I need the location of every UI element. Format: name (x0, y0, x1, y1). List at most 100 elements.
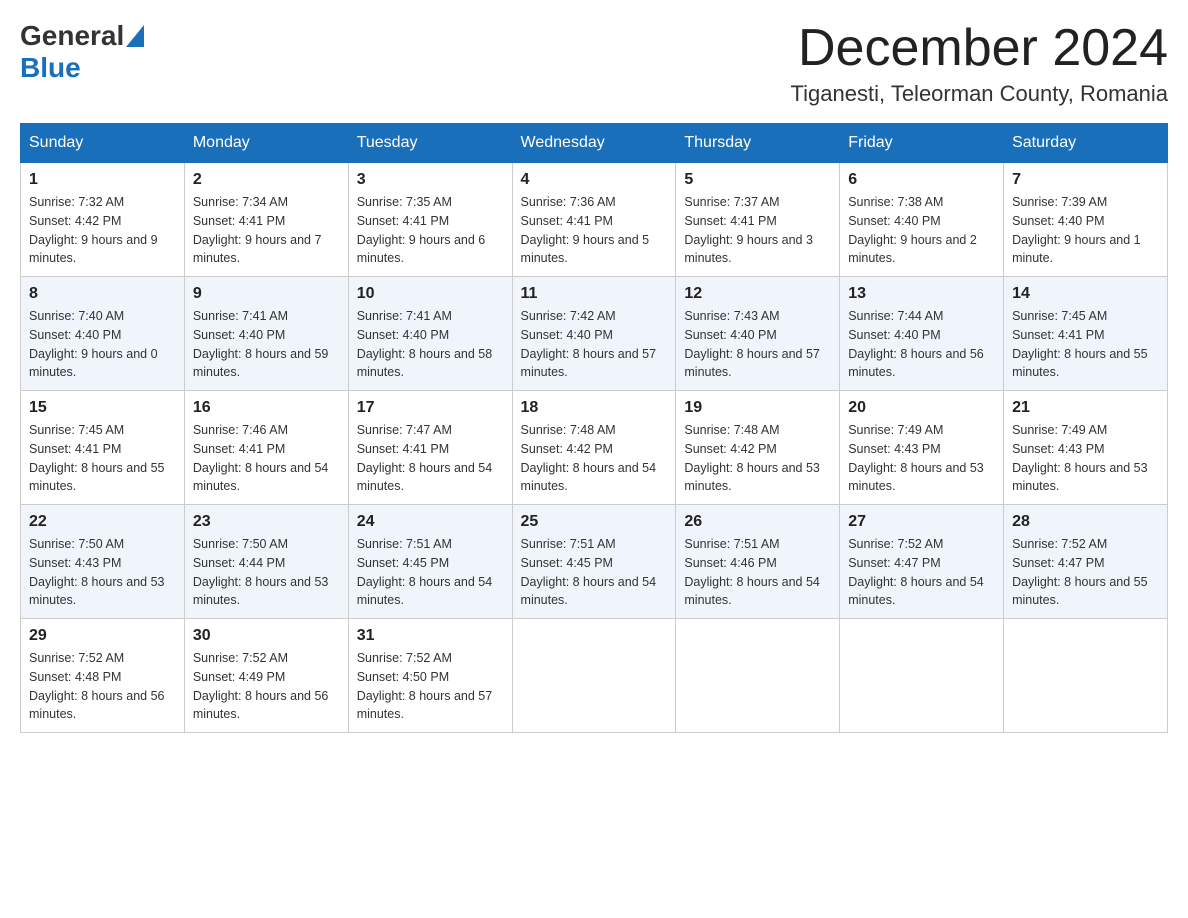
calendar-cell (1004, 619, 1168, 733)
logo-wordmark: General Blue (20, 20, 144, 84)
day-info: Sunrise: 7:51 AMSunset: 4:45 PMDaylight:… (521, 537, 657, 607)
calendar-cell: 5 Sunrise: 7:37 AMSunset: 4:41 PMDayligh… (676, 163, 840, 277)
calendar-cell: 21 Sunrise: 7:49 AMSunset: 4:43 PMDaylig… (1004, 391, 1168, 505)
day-number: 7 (1012, 171, 1159, 189)
calendar-cell: 9 Sunrise: 7:41 AMSunset: 4:40 PMDayligh… (184, 277, 348, 391)
day-number: 9 (193, 285, 340, 303)
calendar-cell: 23 Sunrise: 7:50 AMSunset: 4:44 PMDaylig… (184, 505, 348, 619)
weekday-header-sunday: Sunday (21, 124, 185, 163)
calendar-cell: 13 Sunrise: 7:44 AMSunset: 4:40 PMDaylig… (840, 277, 1004, 391)
day-info: Sunrise: 7:34 AMSunset: 4:41 PMDaylight:… (193, 195, 322, 265)
day-number: 22 (29, 513, 176, 531)
day-info: Sunrise: 7:35 AMSunset: 4:41 PMDaylight:… (357, 195, 486, 265)
day-info: Sunrise: 7:48 AMSunset: 4:42 PMDaylight:… (521, 423, 657, 493)
weekday-header-tuesday: Tuesday (348, 124, 512, 163)
day-info: Sunrise: 7:47 AMSunset: 4:41 PMDaylight:… (357, 423, 493, 493)
day-number: 4 (521, 171, 668, 189)
day-info: Sunrise: 7:50 AMSunset: 4:44 PMDaylight:… (193, 537, 329, 607)
calendar-cell: 7 Sunrise: 7:39 AMSunset: 4:40 PMDayligh… (1004, 163, 1168, 277)
day-info: Sunrise: 7:51 AMSunset: 4:45 PMDaylight:… (357, 537, 493, 607)
calendar-cell: 18 Sunrise: 7:48 AMSunset: 4:42 PMDaylig… (512, 391, 676, 505)
day-info: Sunrise: 7:36 AMSunset: 4:41 PMDaylight:… (521, 195, 650, 265)
calendar-cell: 8 Sunrise: 7:40 AMSunset: 4:40 PMDayligh… (21, 277, 185, 391)
day-number: 10 (357, 285, 504, 303)
day-info: Sunrise: 7:52 AMSunset: 4:49 PMDaylight:… (193, 651, 329, 721)
logo-blue-text: Blue (20, 52, 144, 84)
calendar-cell: 27 Sunrise: 7:52 AMSunset: 4:47 PMDaylig… (840, 505, 1004, 619)
location-text: Tiganesti, Teleorman County, Romania (791, 81, 1168, 107)
day-info: Sunrise: 7:41 AMSunset: 4:40 PMDaylight:… (193, 309, 329, 379)
day-info: Sunrise: 7:41 AMSunset: 4:40 PMDaylight:… (357, 309, 493, 379)
calendar-cell: 12 Sunrise: 7:43 AMSunset: 4:40 PMDaylig… (676, 277, 840, 391)
weekday-header-thursday: Thursday (676, 124, 840, 163)
day-number: 25 (521, 513, 668, 531)
calendar-cell: 2 Sunrise: 7:34 AMSunset: 4:41 PMDayligh… (184, 163, 348, 277)
calendar-week-row: 29 Sunrise: 7:52 AMSunset: 4:48 PMDaylig… (21, 619, 1168, 733)
day-number: 6 (848, 171, 995, 189)
day-number: 3 (357, 171, 504, 189)
day-info: Sunrise: 7:39 AMSunset: 4:40 PMDaylight:… (1012, 195, 1141, 265)
calendar-week-row: 15 Sunrise: 7:45 AMSunset: 4:41 PMDaylig… (21, 391, 1168, 505)
weekday-header-wednesday: Wednesday (512, 124, 676, 163)
day-number: 30 (193, 627, 340, 645)
day-number: 20 (848, 399, 995, 417)
logo-general-text: General (20, 20, 124, 52)
day-info: Sunrise: 7:38 AMSunset: 4:40 PMDaylight:… (848, 195, 977, 265)
calendar-cell: 22 Sunrise: 7:50 AMSunset: 4:43 PMDaylig… (21, 505, 185, 619)
calendar-cell: 1 Sunrise: 7:32 AMSunset: 4:42 PMDayligh… (21, 163, 185, 277)
logo: General Blue (20, 20, 144, 84)
calendar-cell (512, 619, 676, 733)
day-info: Sunrise: 7:45 AMSunset: 4:41 PMDaylight:… (29, 423, 165, 493)
day-info: Sunrise: 7:45 AMSunset: 4:41 PMDaylight:… (1012, 309, 1148, 379)
calendar-cell: 3 Sunrise: 7:35 AMSunset: 4:41 PMDayligh… (348, 163, 512, 277)
weekday-header-friday: Friday (840, 124, 1004, 163)
calendar-header: SundayMondayTuesdayWednesdayThursdayFrid… (21, 124, 1168, 163)
day-number: 13 (848, 285, 995, 303)
day-number: 28 (1012, 513, 1159, 531)
day-info: Sunrise: 7:52 AMSunset: 4:48 PMDaylight:… (29, 651, 165, 721)
day-number: 11 (521, 285, 668, 303)
day-info: Sunrise: 7:37 AMSunset: 4:41 PMDaylight:… (684, 195, 813, 265)
calendar-cell: 26 Sunrise: 7:51 AMSunset: 4:46 PMDaylig… (676, 505, 840, 619)
calendar-cell: 19 Sunrise: 7:48 AMSunset: 4:42 PMDaylig… (676, 391, 840, 505)
day-number: 12 (684, 285, 831, 303)
day-number: 18 (521, 399, 668, 417)
calendar-cell: 6 Sunrise: 7:38 AMSunset: 4:40 PMDayligh… (840, 163, 1004, 277)
day-info: Sunrise: 7:48 AMSunset: 4:42 PMDaylight:… (684, 423, 820, 493)
day-number: 21 (1012, 399, 1159, 417)
day-number: 5 (684, 171, 831, 189)
calendar-cell (840, 619, 1004, 733)
day-info: Sunrise: 7:44 AMSunset: 4:40 PMDaylight:… (848, 309, 984, 379)
calendar-cell: 25 Sunrise: 7:51 AMSunset: 4:45 PMDaylig… (512, 505, 676, 619)
day-info: Sunrise: 7:43 AMSunset: 4:40 PMDaylight:… (684, 309, 820, 379)
calendar-cell: 4 Sunrise: 7:36 AMSunset: 4:41 PMDayligh… (512, 163, 676, 277)
day-info: Sunrise: 7:46 AMSunset: 4:41 PMDaylight:… (193, 423, 329, 493)
day-number: 27 (848, 513, 995, 531)
day-number: 1 (29, 171, 176, 189)
calendar-cell: 31 Sunrise: 7:52 AMSunset: 4:50 PMDaylig… (348, 619, 512, 733)
calendar-table: SundayMondayTuesdayWednesdayThursdayFrid… (20, 123, 1168, 733)
day-info: Sunrise: 7:49 AMSunset: 4:43 PMDaylight:… (848, 423, 984, 493)
page-header: General Blue December 2024 Tiganesti, Te… (20, 20, 1168, 107)
day-info: Sunrise: 7:49 AMSunset: 4:43 PMDaylight:… (1012, 423, 1148, 493)
calendar-cell: 10 Sunrise: 7:41 AMSunset: 4:40 PMDaylig… (348, 277, 512, 391)
day-number: 24 (357, 513, 504, 531)
month-title: December 2024 (791, 20, 1168, 77)
calendar-week-row: 22 Sunrise: 7:50 AMSunset: 4:43 PMDaylig… (21, 505, 1168, 619)
calendar-cell: 28 Sunrise: 7:52 AMSunset: 4:47 PMDaylig… (1004, 505, 1168, 619)
day-number: 26 (684, 513, 831, 531)
weekday-header-saturday: Saturday (1004, 124, 1168, 163)
day-info: Sunrise: 7:52 AMSunset: 4:47 PMDaylight:… (848, 537, 984, 607)
calendar-cell: 15 Sunrise: 7:45 AMSunset: 4:41 PMDaylig… (21, 391, 185, 505)
day-number: 29 (29, 627, 176, 645)
day-number: 31 (357, 627, 504, 645)
day-info: Sunrise: 7:42 AMSunset: 4:40 PMDaylight:… (521, 309, 657, 379)
calendar-cell: 14 Sunrise: 7:45 AMSunset: 4:41 PMDaylig… (1004, 277, 1168, 391)
logo-triangle-icon (126, 25, 144, 47)
day-number: 8 (29, 285, 176, 303)
calendar-cell: 24 Sunrise: 7:51 AMSunset: 4:45 PMDaylig… (348, 505, 512, 619)
day-number: 2 (193, 171, 340, 189)
calendar-cell: 16 Sunrise: 7:46 AMSunset: 4:41 PMDaylig… (184, 391, 348, 505)
weekday-header-monday: Monday (184, 124, 348, 163)
day-number: 16 (193, 399, 340, 417)
